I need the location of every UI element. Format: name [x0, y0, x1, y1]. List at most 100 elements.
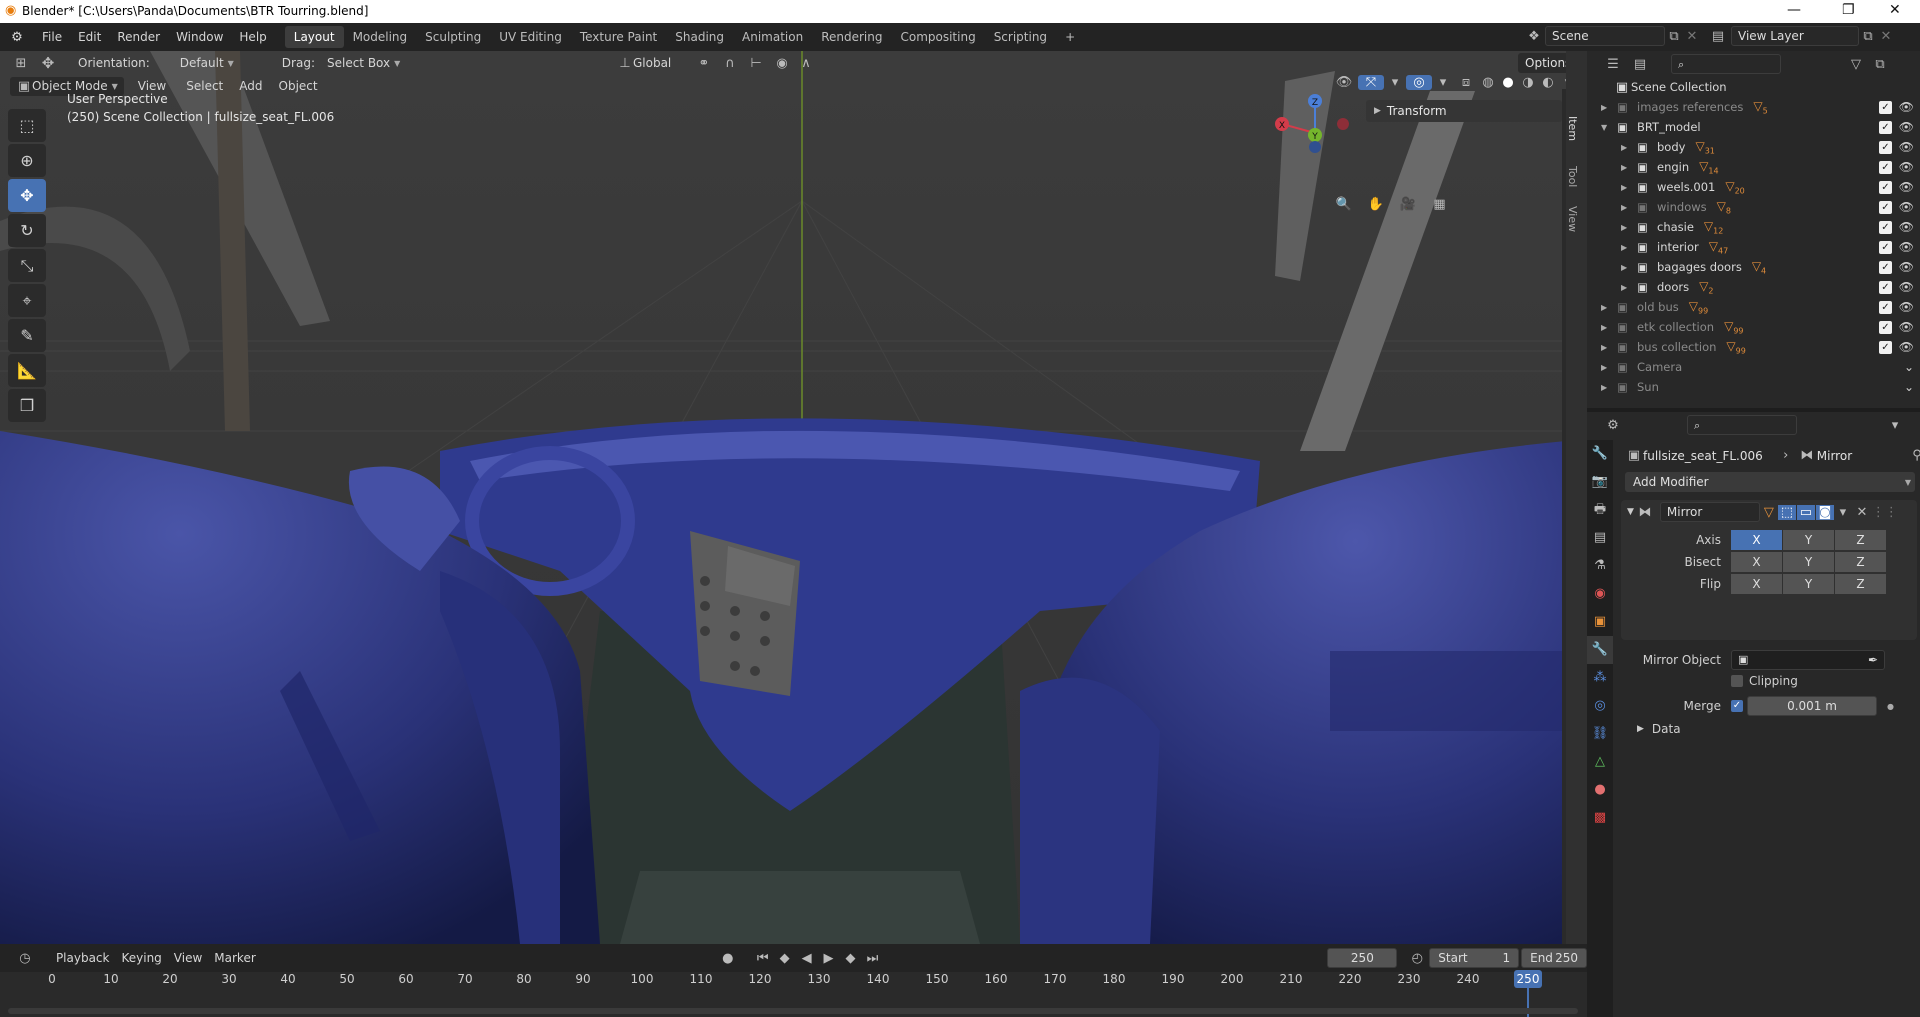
exclude-checkbox[interactable]: ✓: [1879, 200, 1892, 214]
eye-visibility-icon[interactable]: 👁: [1899, 280, 1914, 294]
render-icon[interactable]: 📷: [1587, 468, 1613, 496]
constraints-icon[interactable]: ⛓: [1587, 720, 1613, 748]
expand-arrow-icon[interactable]: ▼: [1627, 507, 1634, 517]
expand-arrow-icon[interactable]: ▶: [1621, 283, 1637, 292]
eye-visibility-icon[interactable]: 👁: [1899, 100, 1914, 114]
modifier-name-field[interactable]: Mirror: [1659, 502, 1760, 522]
view-layer-tab-icon[interactable]: ▤: [1587, 524, 1613, 552]
properties-search-input[interactable]: ⌕: [1687, 415, 1797, 435]
tab-shading[interactable]: Shading: [666, 26, 733, 48]
outliner-item[interactable]: ▶ ▣ interior ▽47 ✓ 👁: [1587, 237, 1920, 257]
tab-compositing[interactable]: Compositing: [891, 26, 984, 48]
outliner-root[interactable]: ▣ Scene Collection: [1587, 77, 1920, 97]
end-frame-field[interactable]: End 250: [1521, 948, 1587, 968]
tab-modeling[interactable]: Modeling: [344, 26, 417, 48]
data-subpanel[interactable]: ▶ Data: [1637, 722, 1681, 736]
play-icon[interactable]: ▶: [818, 951, 840, 966]
drag-handle-icon[interactable]: ⋮⋮: [1872, 505, 1898, 520]
axis-z-toggle[interactable]: Z: [1835, 530, 1886, 550]
exclude-checkbox[interactable]: ✓: [1879, 140, 1892, 154]
pan-hand-icon[interactable]: ✋: [1362, 191, 1390, 219]
pin-icon[interactable]: ⚲: [1909, 448, 1920, 463]
tab-item[interactable]: Item: [1566, 111, 1579, 147]
gizmo-icon[interactable]: ⤧: [1358, 75, 1384, 90]
chevron-down-icon[interactable]: ▾: [1384, 75, 1406, 90]
eye-visibility-icon[interactable]: 👁: [1899, 120, 1914, 134]
eye-visibility-icon[interactable]: ⌄: [1904, 380, 1914, 394]
falloff-icon[interactable]: ∧: [793, 56, 819, 71]
tab-layout[interactable]: Layout: [284, 26, 344, 48]
edit-cage-icon[interactable]: ▽: [1760, 505, 1778, 520]
move-tool-icon[interactable]: ✥: [8, 179, 46, 212]
flip-y-toggle[interactable]: Y: [1783, 574, 1834, 594]
exclude-checkbox[interactable]: ✓: [1879, 300, 1892, 314]
tool-settings-icon[interactable]: 🔧: [1587, 440, 1613, 468]
outliner-item[interactable]: ▶ ▣ Camera ⌄: [1587, 357, 1920, 377]
annotate-tool-icon[interactable]: ✎: [8, 319, 46, 352]
exclude-checkbox[interactable]: ✓: [1879, 240, 1892, 254]
outliner-item[interactable]: ▼ ▣ BRT_model ✓ 👁: [1587, 117, 1920, 137]
expand-arrow-icon[interactable]: ▶: [1621, 143, 1637, 152]
object-icon[interactable]: ▣: [1587, 608, 1613, 636]
transform-tool-icon[interactable]: ⌖: [8, 284, 46, 317]
exclude-checkbox[interactable]: ✓: [1879, 180, 1892, 194]
transform-panel[interactable]: ▶ Transform: [1366, 100, 1562, 122]
tab-animation[interactable]: Animation: [733, 26, 812, 48]
outliner-search-input[interactable]: ⌕: [1671, 54, 1781, 74]
viewport-scene[interactable]: [0, 51, 1566, 944]
new-collection-icon[interactable]: ⧉: [1871, 57, 1889, 72]
exclude-checkbox[interactable]: ✓: [1879, 320, 1892, 334]
exclude-checkbox[interactable]: ✓: [1879, 220, 1892, 234]
add-workspace-button[interactable]: +: [1056, 26, 1084, 48]
perspective-toggle-icon[interactable]: ▦: [1425, 191, 1453, 219]
marker-menu[interactable]: Marker: [208, 949, 261, 967]
camera-view-icon[interactable]: 🎥: [1394, 191, 1422, 219]
eye-visibility-icon[interactable]: 👁: [1899, 160, 1914, 174]
keyframe-dot-icon[interactable]: ●: [1887, 702, 1894, 711]
prev-keyframe-icon[interactable]: ◆: [774, 951, 796, 966]
scene-tab-icon[interactable]: ⚗: [1587, 552, 1613, 580]
texture-icon[interactable]: ▩: [1587, 804, 1613, 832]
timeline-scrollbar[interactable]: [8, 1008, 1578, 1014]
transform-orientation-dropdown[interactable]: ⊥ Global: [611, 54, 689, 73]
eye-visibility-icon[interactable]: 👁: [1899, 240, 1914, 254]
copy-view-layer-icon[interactable]: ⧉: [1859, 29, 1877, 44]
blender-menu-icon[interactable]: ⚙: [0, 30, 34, 45]
world-icon[interactable]: ◉: [1587, 580, 1613, 608]
outliner-item[interactable]: ▶ ▣ doors ▽2 ✓ 👁: [1587, 277, 1920, 297]
outliner-item[interactable]: ▶ ▣ old bus ▽99 ✓ 👁: [1587, 297, 1920, 317]
jump-start-icon[interactable]: ⏮: [752, 951, 774, 966]
remove-scene-icon[interactable]: ✕: [1683, 29, 1701, 44]
properties-editor-icon[interactable]: ⚙: [1599, 418, 1627, 433]
eye-visibility-icon[interactable]: 👁: [1899, 220, 1914, 234]
expand-arrow-icon[interactable]: ▶: [1621, 223, 1637, 232]
select-box-tool-icon[interactable]: ⬚: [8, 109, 46, 142]
timeline-editor-icon[interactable]: ◷: [10, 951, 40, 966]
overlay-icon[interactable]: ◎: [1406, 75, 1432, 90]
filter-icon[interactable]: ▽: [1841, 57, 1871, 72]
outliner-item[interactable]: ▶ ▣ chasie ▽12 ✓ 👁: [1587, 217, 1920, 237]
start-frame-field[interactable]: Start 1: [1429, 948, 1520, 968]
pivot-point-icon[interactable]: ⚭: [689, 56, 719, 71]
proportional-edit-icon[interactable]: ◉: [771, 56, 793, 71]
exclude-checkbox[interactable]: ✓: [1879, 260, 1892, 274]
outliner-item[interactable]: ▶ ▣ etk collection ▽99 ✓ 👁: [1587, 317, 1920, 337]
snap-icon[interactable]: ∩: [719, 56, 741, 71]
eye-visibility-icon[interactable]: 👁: [1899, 140, 1914, 154]
outliner-item[interactable]: ▶ ▣ bus collection ▽99 ✓ 👁: [1587, 337, 1920, 357]
exclude-checkbox[interactable]: ✓: [1879, 160, 1892, 174]
outliner-item[interactable]: ▶ ▣ Sun ⌄: [1587, 377, 1920, 397]
playback-menu[interactable]: Playback: [50, 949, 116, 967]
tab-uv-editing[interactable]: UV Editing: [490, 26, 571, 48]
menu-edit[interactable]: Edit: [70, 30, 109, 44]
bisect-y-toggle[interactable]: Y: [1783, 552, 1834, 572]
xray-icon[interactable]: ⧈: [1454, 75, 1478, 90]
merge-distance-field[interactable]: 0.001 m: [1747, 696, 1877, 716]
render-toggle-icon[interactable]: ◙: [1815, 504, 1834, 520]
clock-icon[interactable]: ◴: [1405, 951, 1429, 966]
expand-arrow-icon[interactable]: ▶: [1601, 303, 1617, 312]
outliner-item[interactable]: ▶ ▣ windows ▽8 ✓ 👁: [1587, 197, 1920, 217]
eye-visibility-icon[interactable]: 👁: [1899, 340, 1914, 354]
expand-arrow-icon[interactable]: ▶: [1621, 183, 1637, 192]
tab-sculpting[interactable]: Sculpting: [416, 26, 490, 48]
